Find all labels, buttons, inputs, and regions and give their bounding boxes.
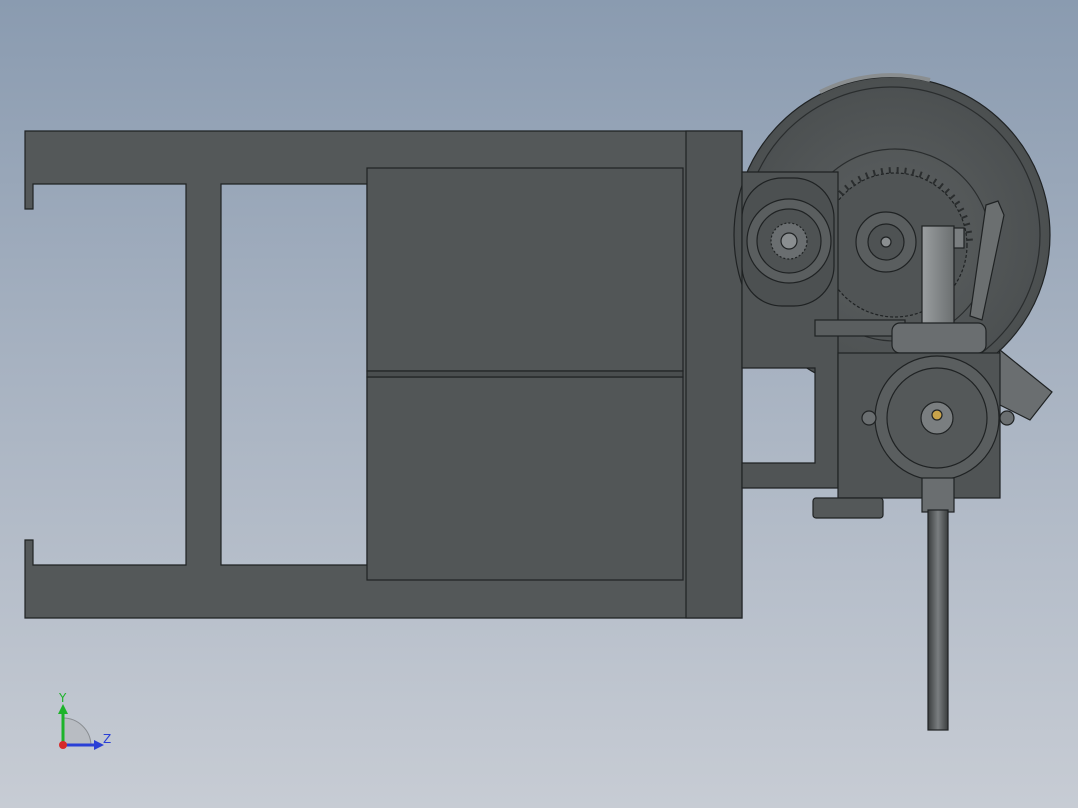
gear-tooth [911, 169, 915, 176]
x-axis-dot [59, 741, 67, 749]
handle-socket [921, 477, 955, 513]
left-roller-hub [780, 232, 798, 250]
knob-assembly[interactable] [812, 352, 1015, 731]
cad-viewport[interactable]: Y Z [0, 0, 1078, 808]
lower-block[interactable] [366, 376, 684, 581]
gear-tooth [880, 168, 884, 175]
frame-end-plate[interactable] [685, 130, 743, 619]
y-axis-arrow-icon [58, 704, 68, 714]
base-foot[interactable] [812, 497, 884, 519]
left-screw-icon [861, 410, 877, 426]
clamp-bar[interactable] [891, 322, 987, 354]
right-roller-hub [880, 236, 892, 248]
upper-block[interactable] [366, 167, 684, 372]
knob-center-dot [931, 409, 943, 421]
triad-plane [62, 717, 92, 746]
orientation-triad[interactable]: Y Z [58, 691, 111, 750]
block-seam [366, 370, 684, 378]
gear-tooth [965, 230, 972, 234]
frame-assembly[interactable] [24, 130, 743, 619]
right-screw-icon [999, 410, 1015, 426]
z-axis-label: Z [103, 732, 111, 746]
block-pin [953, 227, 965, 249]
tension-block[interactable] [921, 225, 955, 327]
gear-tooth [904, 167, 907, 174]
handle-rod[interactable] [927, 509, 949, 731]
y-axis-label: Y [58, 691, 67, 705]
